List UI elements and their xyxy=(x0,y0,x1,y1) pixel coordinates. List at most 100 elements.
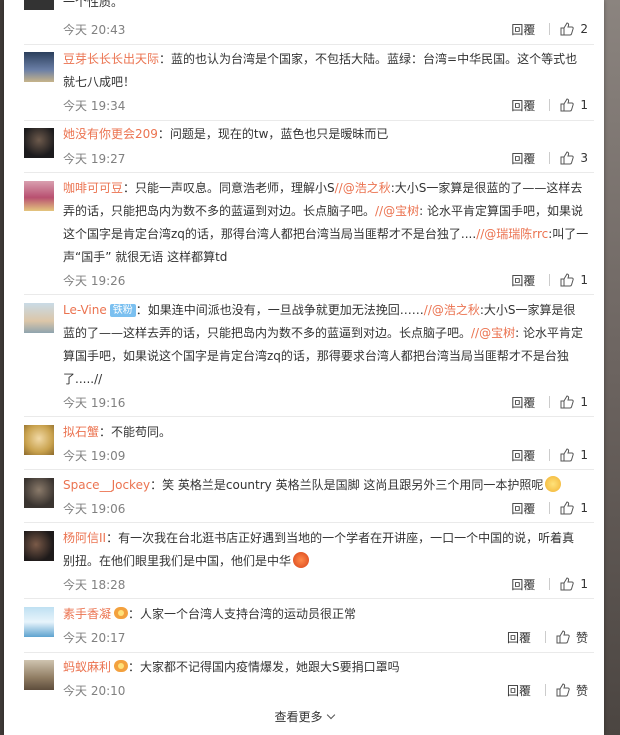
comment-meta: 今天 19:26 回覆 1 xyxy=(63,272,588,288)
like-count: 1 xyxy=(580,395,588,409)
thumbs-up-icon xyxy=(556,630,570,644)
avatar[interactable] xyxy=(24,128,54,158)
like-button[interactable]: 1 xyxy=(560,98,588,112)
thumbs-up-icon xyxy=(560,395,575,409)
comment-text: 杨阿信II：有一次我在台北逛书店正好遇到当地的一个学者在开讲座，一口一个中国的说… xyxy=(63,531,575,568)
reply-button[interactable]: 回覆 xyxy=(511,447,535,464)
comment-time: 今天 19:27 xyxy=(63,152,126,166)
mention-link[interactable]: //@宝树 xyxy=(375,204,419,218)
thumbs-up-icon xyxy=(560,501,575,515)
mention-link[interactable]: //@浩之秋 xyxy=(335,181,391,195)
avatar[interactable] xyxy=(24,181,54,211)
comment-text: 素手香凝 ：人家一个台湾人支持台湾的运动员很正常 xyxy=(63,607,357,621)
thumbs-up-icon xyxy=(560,98,575,112)
comment-time: 今天 19:09 xyxy=(63,449,126,463)
avatar[interactable] xyxy=(24,660,54,690)
chevron-down-icon xyxy=(326,710,335,720)
comment-time: 今天 19:34 xyxy=(63,99,126,113)
reply-button[interactable]: 回覆 xyxy=(511,97,535,114)
comment-meta: 今天 19:09 回覆 1 xyxy=(63,447,588,463)
username-link[interactable]: 拟石蟹 xyxy=(63,425,99,439)
comment-meta: 今天 19:06 回覆 1 xyxy=(63,500,588,516)
thumbs-up-icon xyxy=(560,22,575,36)
mention-link[interactable]: //@浩之秋 xyxy=(424,303,480,317)
like-button[interactable]: 1 xyxy=(560,273,588,287)
thumbs-up-icon xyxy=(560,448,575,462)
mention-link[interactable]: //@瑞瑞陈rrc xyxy=(476,227,548,241)
divider xyxy=(24,416,594,417)
like-button[interactable]: 1 xyxy=(560,501,588,515)
comment-meta: 今天 20:10 回覆 赞 xyxy=(63,682,588,698)
divider xyxy=(24,294,594,295)
username-link[interactable]: 蚂蚁麻利 xyxy=(63,660,111,674)
comment-meta: 今天 18:28 回覆 1 xyxy=(63,576,588,592)
like-button[interactable]: 1 xyxy=(560,395,588,409)
reply-button[interactable]: 回覆 xyxy=(511,21,535,38)
username-link[interactable]: 素手香凝 xyxy=(63,607,111,621)
fan-badge: 铁粉 xyxy=(109,304,136,317)
divider xyxy=(24,172,594,173)
comment-time: 今天 19:26 xyxy=(63,274,126,288)
like-count: 1 xyxy=(580,501,588,515)
thumbs-up-icon xyxy=(556,683,570,697)
avatar[interactable] xyxy=(24,478,54,508)
like-count: 赞 xyxy=(575,683,588,698)
like-button[interactable]: 2 xyxy=(560,22,588,36)
reply-button[interactable]: 回覆 xyxy=(511,500,535,517)
like-button[interactable]: 1 xyxy=(560,577,588,591)
reply-button[interactable]: 回覆 xyxy=(507,629,531,646)
comment-meta: 今天 19:27 回覆 3 xyxy=(63,150,588,166)
comment-text: 一个性质。 xyxy=(63,0,124,9)
comment-meta: 今天 20:17 回覆 赞 xyxy=(63,629,588,645)
view-more-button[interactable]: 查看更多 xyxy=(4,708,604,725)
divider xyxy=(24,120,594,121)
divider xyxy=(24,44,594,45)
comment-meta: 今天 19:16 回覆 1 xyxy=(63,394,588,410)
like-button[interactable]: 3 xyxy=(560,151,588,165)
avatar[interactable] xyxy=(24,607,54,637)
like-count: 3 xyxy=(580,151,588,165)
username-link[interactable]: 豆芽长长长出天际 xyxy=(63,52,159,66)
angry-emoji-icon xyxy=(293,552,310,568)
like-button[interactable]: 赞 xyxy=(556,682,588,699)
comment-meta: 今天 19:34 回覆 1 xyxy=(63,97,588,113)
like-count: 1 xyxy=(580,577,588,591)
avatar[interactable] xyxy=(24,0,54,10)
comment-text: 咖啡可可豆：只能一声叹息。同意浩老师，理解小S//@浩之秋:大小S一家算是很蓝的… xyxy=(63,181,589,264)
like-count: 2 xyxy=(580,22,588,36)
right-edge-background xyxy=(604,0,620,735)
username-link[interactable]: 咖啡可可豆 xyxy=(63,181,123,195)
comment-text: 她没有你更会209：问题是，现在的tw，蓝色也只是暧昧而已 xyxy=(63,127,389,141)
comment-time: 今天 19:06 xyxy=(63,502,126,516)
reply-button[interactable]: 回覆 xyxy=(511,394,535,411)
like-button[interactable]: 1 xyxy=(560,448,588,462)
username-link[interactable]: Le-Vine xyxy=(63,303,107,317)
view-more-label: 查看更多 xyxy=(274,710,323,724)
comment-time: 今天 20:10 xyxy=(63,684,126,698)
like-count: 1 xyxy=(580,273,588,287)
username-link[interactable]: 她没有你更会209 xyxy=(63,127,158,141)
like-count: 1 xyxy=(580,98,588,112)
mention-link[interactable]: //@宝树 xyxy=(471,326,515,340)
reply-button[interactable]: 回覆 xyxy=(507,682,531,699)
vip-badge-icon xyxy=(114,660,129,672)
divider xyxy=(24,522,594,523)
comment-text: 蚂蚁麻利 ：大家都不记得国内疫情爆发，她跟大S要捐口罩吗 xyxy=(63,660,400,674)
reply-button[interactable]: 回覆 xyxy=(511,272,535,289)
divider xyxy=(24,469,594,470)
thumbs-up-icon xyxy=(560,151,575,165)
reply-button[interactable]: 回覆 xyxy=(511,576,535,593)
avatar[interactable] xyxy=(24,531,54,561)
avatar[interactable] xyxy=(24,52,54,82)
comment-text: Le-Vine 铁粉 ：如果连中间派也没有，一旦战争就更加无法挽回……//@浩之秋:… xyxy=(63,303,583,386)
avatar[interactable] xyxy=(24,425,54,455)
thinking-emoji-icon xyxy=(545,476,562,492)
reply-button[interactable]: 回覆 xyxy=(511,150,535,167)
username-link[interactable]: Space__Jockey xyxy=(63,478,150,492)
like-button[interactable]: 赞 xyxy=(556,629,588,646)
comment-time: 今天 20:43 xyxy=(63,23,126,37)
divider xyxy=(24,598,594,599)
avatar[interactable] xyxy=(24,303,54,333)
like-count: 1 xyxy=(580,448,588,462)
username-link[interactable]: 杨阿信II xyxy=(63,531,106,545)
